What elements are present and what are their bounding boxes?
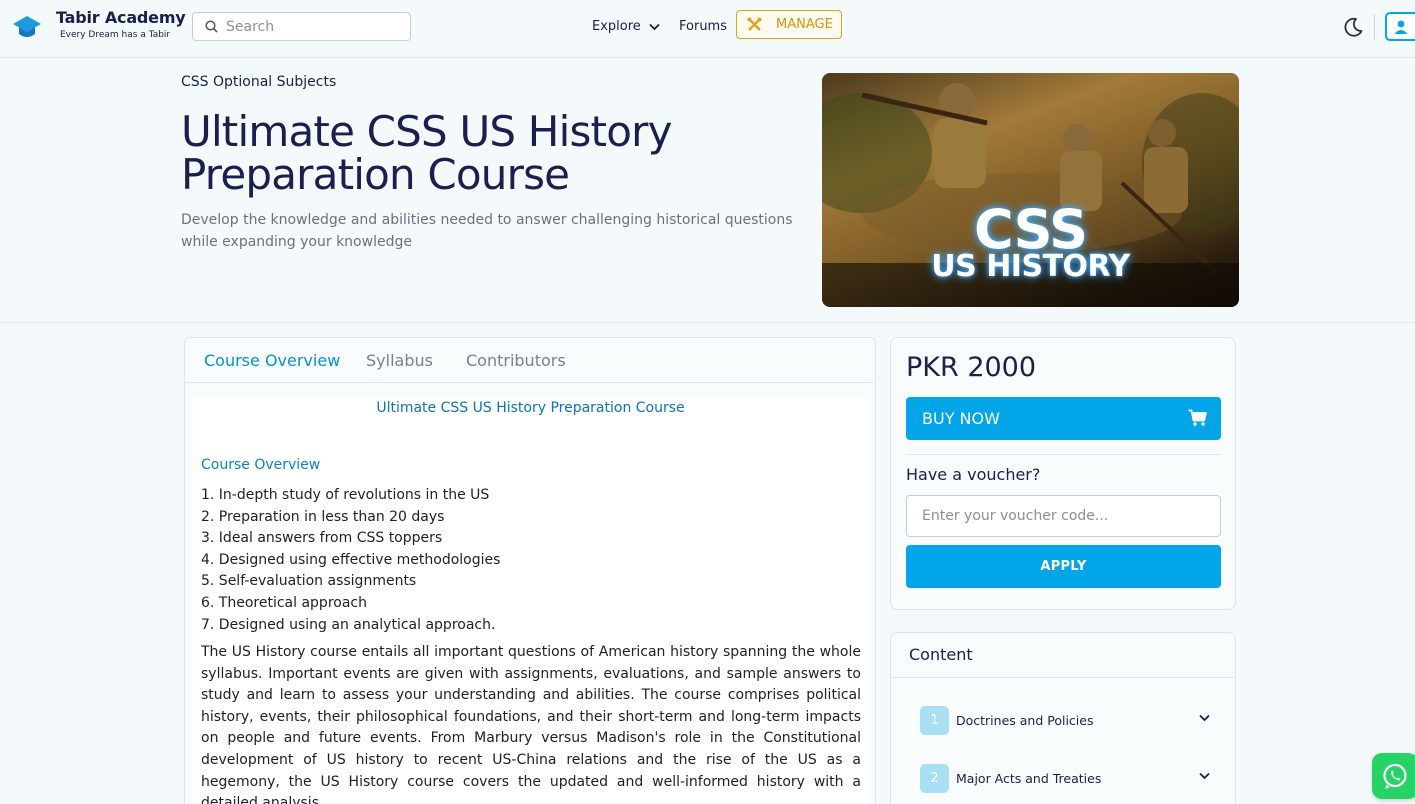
brand-name[interactable]: Tabir Academy — [56, 8, 186, 27]
manage-button[interactable]: MANAGE — [736, 10, 842, 39]
apply-voucher-button[interactable]: APPLY — [906, 545, 1221, 588]
list-item: 4. Designed using effective methodologie… — [201, 551, 501, 568]
chevron-down-icon — [649, 23, 660, 30]
purchase-card: PKR 2000 BUY NOW Have a voucher? APPLY — [890, 337, 1236, 610]
overview-list: 1. In-depth study of revolutions in the … — [201, 485, 500, 636]
content-item-label: Major Acts and Treaties — [956, 770, 1102, 786]
cover-title-us-history: US HISTORY — [931, 249, 1130, 284]
user-account-button[interactable] — [1385, 12, 1415, 41]
list-item: 5. Self-evaluation assignments — [201, 573, 417, 590]
graduation-cap-icon[interactable] — [12, 12, 42, 42]
voucher-code-input[interactable] — [906, 495, 1221, 537]
search-box[interactable] — [192, 12, 411, 41]
chevron-down-icon — [1199, 772, 1210, 780]
list-item: 6. Theoretical approach — [201, 594, 367, 611]
nav-forums[interactable]: Forums — [679, 19, 727, 34]
tab-syllabus[interactable]: Syllabus — [366, 351, 433, 370]
list-item: 3. Ideal answers from CSS toppers — [201, 530, 443, 547]
course-content-card: Content 1 Doctrines and Policies 2 Major… — [890, 632, 1236, 804]
course-subtitle: Develop the knowledge and abilities need… — [181, 212, 793, 250]
top-navbar: Tabir Academy Every Dream has a Tabir Ex… — [0, 0, 1415, 58]
cart-icon — [1188, 409, 1207, 426]
brand-tagline: Every Dream has a Tabir — [60, 30, 171, 40]
nav-explore[interactable]: Explore — [592, 19, 660, 34]
course-price: PKR 2000 — [906, 352, 1037, 383]
tab-contributors[interactable]: Contributors — [466, 351, 566, 370]
content-item-number: 2 — [920, 763, 949, 793]
overview-description: The US History course entails all import… — [201, 644, 861, 804]
content-title: Content — [909, 645, 973, 664]
whatsapp-icon — [1383, 763, 1407, 789]
buy-now-label: BUY NOW — [922, 409, 1000, 428]
chevron-down-icon — [1199, 714, 1210, 722]
overview-heading: Ultimate CSS US History Preparation Cour… — [376, 400, 685, 416]
moon-icon[interactable] — [1342, 16, 1364, 38]
course-tabs: Course Overview Syllabus Contributors — [185, 338, 875, 383]
content-item-doctrines[interactable]: 1 Doctrines and Policies — [920, 705, 1210, 735]
content-header: Content — [891, 633, 1235, 678]
course-overview-panel: Ultimate CSS US History Preparation Cour… — [193, 397, 868, 804]
course-hero: CSS Optional Subjects Ultimate CSS US Hi… — [0, 58, 1415, 323]
overview-subheading: Course Overview — [201, 457, 321, 473]
manage-label: MANAGE — [776, 17, 833, 32]
content-item-number: 1 — [920, 705, 949, 735]
page-title: Ultimate CSS US History Preparation Cour… — [181, 107, 672, 199]
nav-divider — [1374, 14, 1375, 40]
search-icon — [205, 20, 218, 33]
divider — [906, 454, 1221, 455]
list-item: 1. In-depth study of revolutions in the … — [201, 487, 490, 503]
list-item: 7. Designed using an analytical approach… — [201, 616, 496, 633]
course-details-card: Course Overview Syllabus Contributors Ul… — [184, 337, 876, 804]
breadcrumb[interactable]: CSS Optional Subjects — [181, 74, 336, 90]
content-item-label: Doctrines and Policies — [956, 712, 1094, 728]
whatsapp-chat-button[interactable] — [1372, 753, 1415, 799]
buy-now-button[interactable]: BUY NOW — [906, 397, 1221, 440]
course-cover-image: CSS US HISTORY — [822, 73, 1239, 307]
list-item: 2. Preparation in less than 20 days — [201, 508, 445, 525]
tools-icon — [747, 17, 762, 31]
tab-course-overview[interactable]: Course Overview — [204, 351, 340, 370]
search-input[interactable] — [226, 18, 396, 35]
content-item-major-acts[interactable]: 2 Major Acts and Treaties — [920, 763, 1210, 793]
user-icon — [1394, 20, 1408, 34]
voucher-label: Have a voucher? — [906, 465, 1041, 484]
nav-explore-label: Explore — [592, 19, 641, 34]
